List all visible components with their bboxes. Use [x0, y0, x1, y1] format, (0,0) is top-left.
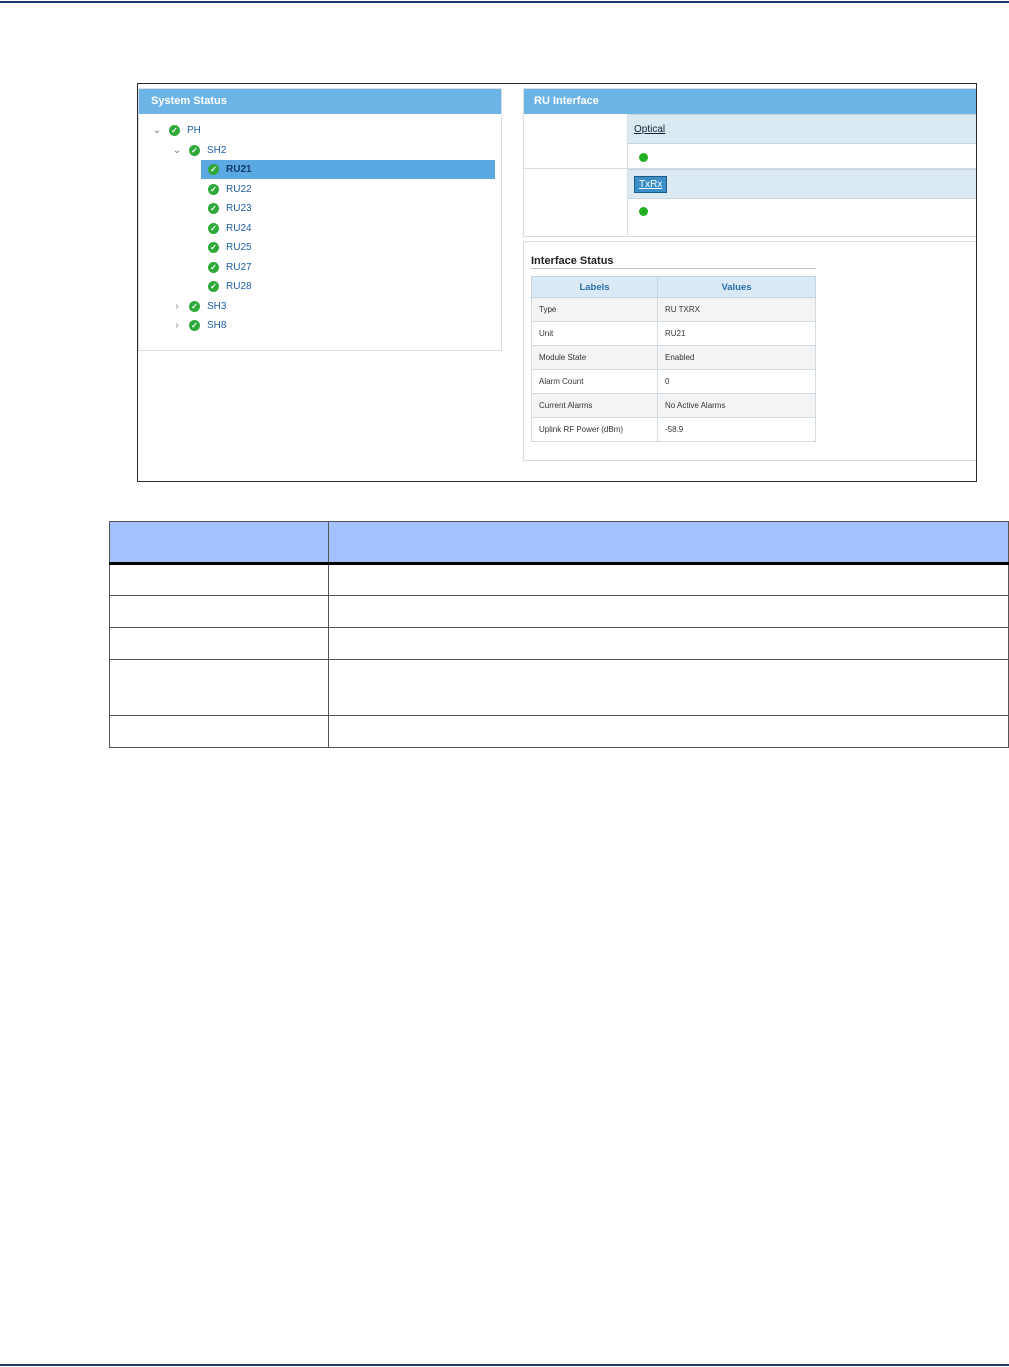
check-circle-icon: ✓ [208, 261, 219, 273]
tree-item-label: PH [187, 125, 201, 136]
row-label: Type [531, 297, 658, 322]
system-status-panel: System Status ⌄ ✓ PH ⌄ ✓ SH2 ✓ RU21 ✓ RU22 ✓ RU23 ✓ R… [138, 88, 502, 351]
document-table-header-cell [109, 521, 329, 564]
table-row [109, 563, 1009, 596]
tree-item-label: RU24 [226, 222, 252, 234]
optical-link[interactable]: Optical [634, 124, 665, 135]
check-circle-icon: ✓ [189, 320, 200, 331]
optical-status-dot [639, 153, 648, 162]
tree-item-label: RU21 [226, 164, 252, 175]
ru-interface-header: RU Interface [524, 89, 976, 114]
check-circle-icon: ✓ [208, 183, 219, 195]
tree-item-label: SH8 [207, 320, 227, 331]
table-row [109, 659, 1009, 716]
row-value: Enabled [657, 345, 816, 370]
interface-status-title: Interface Status [531, 255, 614, 267]
row-value: RU21 [657, 321, 816, 346]
tree-item-ru27[interactable]: ✓ RU27 [201, 258, 252, 277]
ru-interface-panel: RU Interface Optical TxRx [523, 88, 976, 237]
table-row: Uplink RF Power (dBm) -58.9 [531, 417, 816, 442]
check-circle-icon: ✓ [189, 300, 200, 312]
document-table [109, 521, 1009, 748]
tree-item-ru25[interactable]: ✓ RU25 [201, 238, 252, 257]
check-circle-icon: ✓ [189, 144, 200, 156]
tree-item-label: SH2 [207, 144, 227, 156]
tree-item-ru22[interactable]: ✓ RU22 [201, 180, 252, 199]
labels-column-header: Labels [531, 276, 658, 298]
row-value: -58.9 [657, 417, 816, 442]
table-row [109, 627, 1009, 660]
row-label: Unit [531, 321, 658, 346]
tree-item-label: RU28 [226, 281, 252, 292]
tree-item-label: RU27 [226, 261, 252, 273]
page-bottom-rule [0, 1364, 1009, 1366]
txrx-status-dot [639, 207, 648, 216]
tree-item-sh2[interactable]: ⌄ ✓ SH2 [171, 141, 226, 160]
system-status-header: System Status [139, 89, 501, 114]
row-label: Current Alarms [531, 393, 658, 418]
check-circle-icon: ✓ [208, 222, 219, 234]
optical-row: Optical [628, 114, 976, 144]
page-top-rule [0, 1, 1009, 3]
txrx-button[interactable]: TxRx [634, 175, 668, 193]
check-circle-icon: ✓ [208, 242, 219, 253]
table-row [109, 715, 1009, 748]
chevron-down-icon[interactable]: ⌄ [171, 145, 183, 156]
row-value: 0 [657, 369, 816, 394]
table-row: Unit RU21 [531, 321, 816, 346]
chevron-down-icon[interactable]: ⌄ [151, 125, 163, 136]
tree-item-label: SH3 [207, 300, 227, 312]
chevron-right-icon[interactable]: › [171, 320, 183, 331]
ru-row-label-cell [524, 114, 628, 168]
txrx-row: TxRx [628, 169, 976, 199]
check-circle-icon: ✓ [208, 164, 219, 175]
tree-item-sh8[interactable]: › ✓ SH8 [171, 316, 226, 335]
document-table-header-cell [328, 521, 1009, 564]
chevron-right-icon[interactable]: › [171, 301, 183, 312]
tree-item-label: RU25 [226, 242, 252, 253]
tree-item-sh3[interactable]: › ✓ SH3 [171, 297, 226, 316]
table-row: Module State Enabled [531, 345, 816, 370]
table-row [109, 595, 1009, 628]
tree-item-label: RU23 [226, 203, 252, 214]
row-label: Alarm Count [531, 369, 658, 394]
table-row: Current Alarms No Active Alarms [531, 393, 816, 418]
table-row: Alarm Count 0 [531, 369, 816, 394]
row-value: RU TXRX [657, 297, 816, 322]
tree-item-ru23[interactable]: ✓ RU23 [201, 199, 252, 218]
check-circle-icon: ✓ [208, 281, 219, 292]
check-circle-icon: ✓ [208, 203, 219, 214]
values-column-header: Values [657, 276, 816, 298]
tree-item-label: RU22 [226, 183, 252, 195]
check-circle-icon: ✓ [169, 125, 180, 136]
tree-item-ru28[interactable]: ✓ RU28 [201, 277, 252, 296]
screenshot-frame: System Status ⌄ ✓ PH ⌄ ✓ SH2 ✓ RU21 ✓ RU22 ✓ RU23 ✓ R… [137, 83, 977, 482]
row-label: Module State [531, 345, 658, 370]
row-label: Uplink RF Power (dBm) [531, 417, 658, 442]
table-row: Type RU TXRX [531, 297, 816, 322]
ru-row-label-cell [524, 169, 628, 237]
interface-status-table: Labels Values Type RU TXRX Unit RU21 Module … [531, 276, 816, 442]
interface-status-panel: Interface Status Labels Values Type RU TX… [523, 241, 976, 461]
tree-item-ru24[interactable]: ✓ RU24 [201, 219, 252, 238]
tree-item-ru21[interactable]: ✓ RU21 [201, 160, 495, 179]
tree-item-ph[interactable]: ⌄ ✓ PH [151, 121, 201, 140]
row-value: No Active Alarms [657, 393, 816, 418]
interface-status-title-rule [531, 268, 816, 269]
